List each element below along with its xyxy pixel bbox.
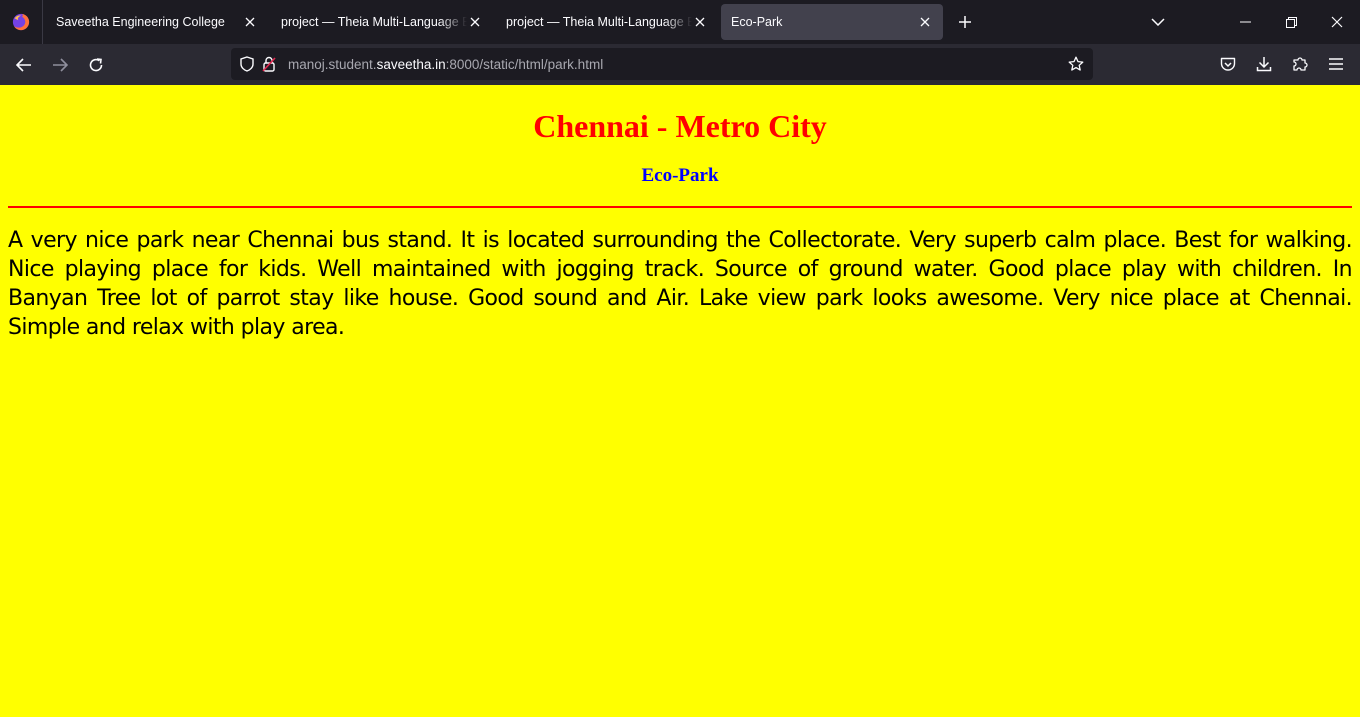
url-text[interactable]: manoj.student.saveetha.in:8000/static/ht…: [288, 57, 603, 72]
page-subheading: Eco-Park: [641, 165, 719, 186]
page-content: Chennai - Metro City Eco-Park A very nic…: [0, 85, 1360, 717]
tab-strip: Saveetha Engineering College project — T…: [0, 0, 1360, 44]
tab-title: Eco-Park: [731, 15, 783, 29]
extensions-button[interactable]: [1282, 48, 1318, 80]
puzzle-icon: [1293, 57, 1308, 71]
description-paragraph: A very nice park near Chennai bus stand.…: [8, 228, 1353, 340]
close-icon[interactable]: [917, 14, 933, 30]
navigation-toolbar: manoj.student.saveetha.in:8000/static/ht…: [0, 44, 1360, 85]
url-host: saveetha.in: [376, 56, 446, 72]
close-icon: [1331, 16, 1343, 28]
list-all-tabs-button[interactable]: [1140, 4, 1176, 40]
tab-theia-2[interactable]: project — Theia Multi-Language Explorer: [496, 4, 718, 40]
plus-icon: [959, 16, 971, 28]
tab-saveetha[interactable]: Saveetha Engineering College: [46, 4, 268, 40]
close-icon[interactable]: [242, 14, 258, 30]
close-icon[interactable]: [467, 14, 483, 30]
forward-button[interactable]: [42, 49, 78, 81]
horizontal-rule: [8, 206, 1352, 208]
firefox-icon[interactable]: [0, 0, 43, 44]
minimize-button[interactable]: [1222, 0, 1268, 44]
close-icon[interactable]: [692, 14, 708, 30]
arrow-right-icon: [53, 57, 68, 72]
tab-title: project — Theia Multi-Language Explorer: [506, 15, 692, 29]
address-bar[interactable]: manoj.student.saveetha.in:8000/static/ht…: [231, 48, 1093, 80]
insecure-lock-icon[interactable]: [258, 48, 280, 80]
new-tab-button[interactable]: [947, 4, 983, 40]
reload-icon: [89, 57, 103, 71]
url-prefix: manoj.student.: [288, 56, 377, 72]
arrow-left-icon: [16, 57, 31, 72]
shield-icon[interactable]: [236, 48, 258, 80]
reload-button[interactable]: [78, 49, 114, 81]
restore-icon: [1285, 16, 1297, 28]
page-heading: Chennai - Metro City: [533, 108, 827, 144]
restore-button[interactable]: [1268, 0, 1314, 44]
pocket-icon: [1220, 57, 1236, 71]
close-window-button[interactable]: [1314, 0, 1360, 44]
app-menu-button[interactable]: [1318, 48, 1354, 80]
downloads-button[interactable]: [1246, 48, 1282, 80]
back-button[interactable]: [6, 49, 42, 81]
tab-eco-park[interactable]: Eco-Park: [721, 4, 943, 40]
tab-theia-1[interactable]: project — Theia Multi-Language Explorer: [271, 4, 493, 40]
download-icon: [1256, 57, 1272, 72]
tab-title: project — Theia Multi-Language Explorer: [281, 15, 467, 29]
pocket-button[interactable]: [1210, 48, 1246, 80]
tab-title: Saveetha Engineering College: [56, 15, 225, 29]
minimize-icon: [1239, 21, 1251, 23]
hamburger-menu-icon: [1329, 58, 1343, 70]
star-icon[interactable]: [1065, 48, 1087, 80]
url-suffix: :8000/static/html/park.html: [445, 56, 604, 72]
chevron-down-icon: [1151, 18, 1165, 26]
